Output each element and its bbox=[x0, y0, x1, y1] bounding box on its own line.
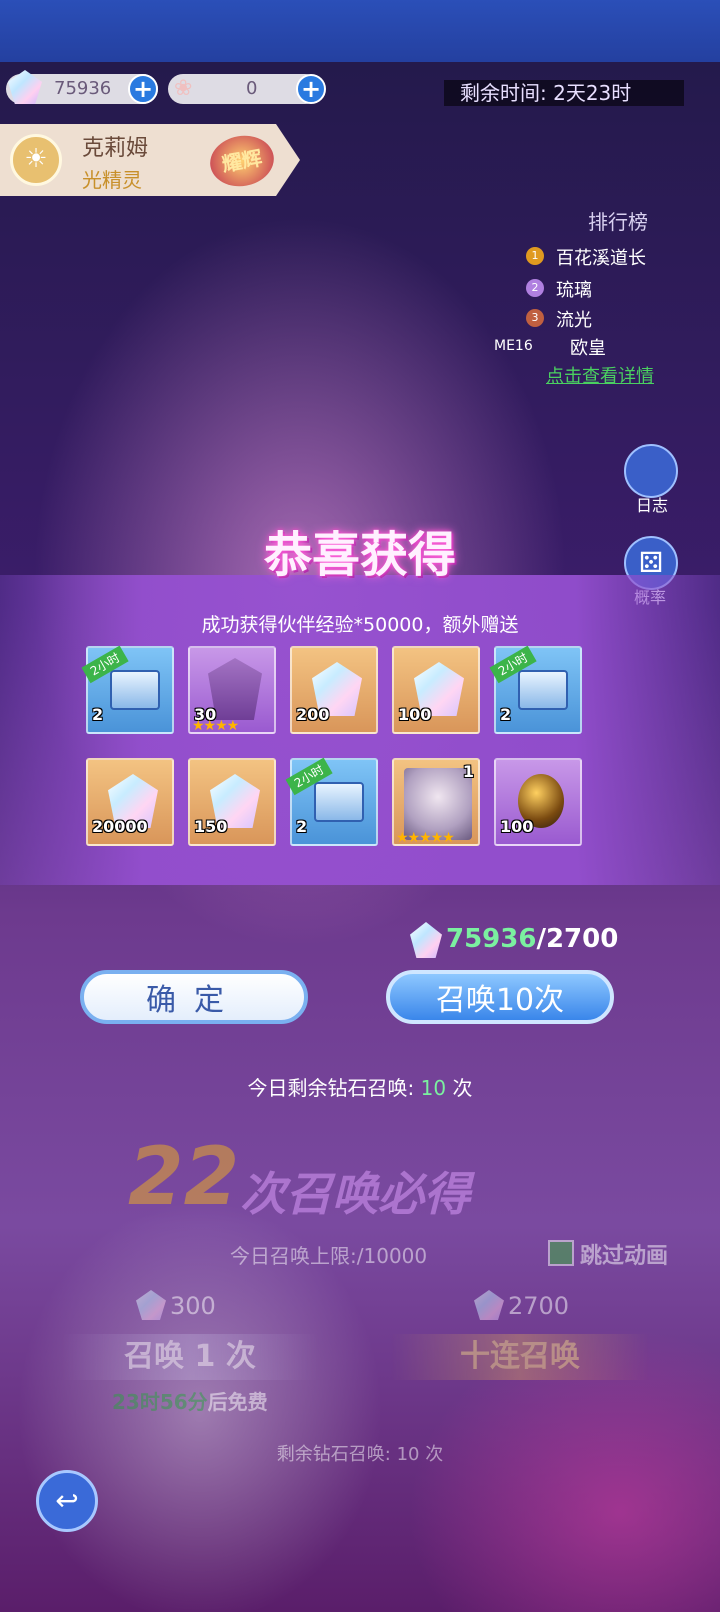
item-quantity: 100 bbox=[398, 705, 432, 724]
today-remaining: 今日剩余钻石召唤: 10 次 bbox=[0, 1072, 720, 1101]
chest-icon bbox=[314, 782, 364, 822]
remain-label: 剩余钻石召唤: bbox=[276, 1444, 391, 1465]
popup-title: 恭喜获得 bbox=[263, 527, 456, 583]
reward-item[interactable]: 20000 bbox=[86, 758, 174, 846]
flower-count: 0 bbox=[246, 78, 258, 99]
item-quantity: 150 bbox=[194, 817, 228, 836]
summon-cost: 75936/2700 bbox=[446, 924, 618, 954]
character-name: 克莉姆 bbox=[82, 136, 149, 161]
rank-name: 琉璃 bbox=[556, 280, 592, 301]
daily-limit-label: 今日召唤上限: bbox=[230, 1244, 357, 1268]
reward-item[interactable]: 2小时 2 bbox=[285, 757, 378, 846]
rank-1-icon: 1 bbox=[526, 247, 544, 265]
today-suffix: 次 bbox=[452, 1076, 473, 1100]
timer-label: 剩余时间: bbox=[460, 81, 547, 105]
item-quantity: 100 bbox=[500, 817, 534, 836]
ranking-title[interactable]: 排行榜 bbox=[588, 206, 648, 235]
summon-once-button[interactable]: 召唤 1 次 bbox=[60, 1334, 320, 1380]
reward-item[interactable]: 2小时 2 bbox=[81, 645, 174, 734]
log-icon[interactable] bbox=[624, 444, 678, 498]
item-quantity: 2 bbox=[296, 817, 308, 836]
free-time-value: 23时56分 bbox=[112, 1390, 208, 1414]
single-cost: 300 bbox=[170, 1292, 216, 1320]
diamond-icon bbox=[8, 70, 42, 104]
reward-item[interactable]: 1 ★★★★★ bbox=[392, 758, 480, 846]
summon-ten-button[interactable]: 十连召唤 bbox=[390, 1334, 650, 1380]
flower-icon: ❀ bbox=[174, 76, 193, 101]
item-quantity: 200 bbox=[296, 705, 330, 724]
daily-limit-value: /10000 bbox=[356, 1244, 428, 1268]
rank-3-icon: 3 bbox=[526, 309, 544, 327]
reward-item[interactable]: 200 bbox=[290, 646, 378, 734]
my-rank-name: 欧皇 bbox=[570, 338, 606, 359]
item-quantity: 1 bbox=[462, 762, 474, 781]
timer-value: 2天23时 bbox=[553, 81, 632, 105]
ranking-details-link[interactable]: 点击查看详情 bbox=[546, 362, 654, 388]
item-quantity: 2 bbox=[500, 705, 512, 724]
chest-icon bbox=[110, 670, 160, 710]
character-class: 光精灵 bbox=[82, 168, 142, 192]
required-diamonds: /2700 bbox=[536, 924, 619, 954]
free-suffix: 后免费 bbox=[207, 1390, 268, 1414]
item-quantity: 2 bbox=[92, 705, 104, 724]
log-label: 日志 bbox=[636, 496, 669, 515]
summon-10-button[interactable]: 召唤10次 bbox=[386, 970, 614, 1024]
reward-item[interactable]: 2小时 2 bbox=[489, 645, 582, 734]
rank-2-icon: 2 bbox=[526, 279, 544, 297]
remaining-summons: 剩余钻石召唤: 10 次 bbox=[0, 1440, 720, 1466]
rank-name: 流光 bbox=[556, 310, 592, 331]
confirm-button[interactable]: 确定 bbox=[80, 970, 308, 1024]
current-diamonds: 75936 bbox=[446, 924, 537, 954]
free-timer: 23时56分后免费 bbox=[112, 1386, 268, 1415]
today-count: 10 bbox=[420, 1076, 447, 1100]
pity-text: 次召唤必得 bbox=[240, 1167, 470, 1221]
chest-icon bbox=[518, 670, 568, 710]
skip-animation-checkbox[interactable] bbox=[548, 1240, 574, 1266]
remain-count: 10 bbox=[396, 1444, 420, 1465]
diamond-count: 75936 bbox=[54, 78, 112, 99]
reward-item[interactable]: 100 bbox=[392, 646, 480, 734]
star-rating: ★★★★★ bbox=[396, 830, 455, 846]
my-rank-label: ME16 bbox=[494, 338, 533, 354]
skip-animation-label: 跳过动画 bbox=[580, 1244, 669, 1269]
reward-item[interactable]: 100 bbox=[494, 758, 582, 846]
reward-item[interactable]: 30 ★★★★ bbox=[188, 646, 276, 734]
today-label: 今日剩余钻石召唤: bbox=[247, 1076, 415, 1100]
add-flower-button[interactable]: + bbox=[296, 74, 326, 104]
rank-name: 百花溪道长 bbox=[556, 248, 646, 269]
reward-item[interactable]: 150 bbox=[188, 758, 276, 846]
light-element-icon: ☀ bbox=[10, 134, 62, 186]
star-rating: ★★★★ bbox=[192, 718, 239, 734]
event-timer: 剩余时间: 2天23时 bbox=[444, 80, 684, 106]
item-quantity: 20000 bbox=[92, 817, 148, 836]
pity-count: 22 bbox=[128, 1130, 240, 1223]
remain-suffix: 次 bbox=[425, 1444, 444, 1465]
back-button[interactable]: ↩ bbox=[36, 1470, 98, 1532]
popup-message: 成功获得伙伴经验*50000，额外赠送 bbox=[201, 614, 519, 636]
add-diamond-button[interactable]: + bbox=[128, 74, 158, 104]
multi-cost: 2700 bbox=[508, 1292, 570, 1320]
daily-limit: 今日召唤上限:/10000 bbox=[230, 1240, 427, 1269]
status-bar bbox=[0, 0, 720, 62]
